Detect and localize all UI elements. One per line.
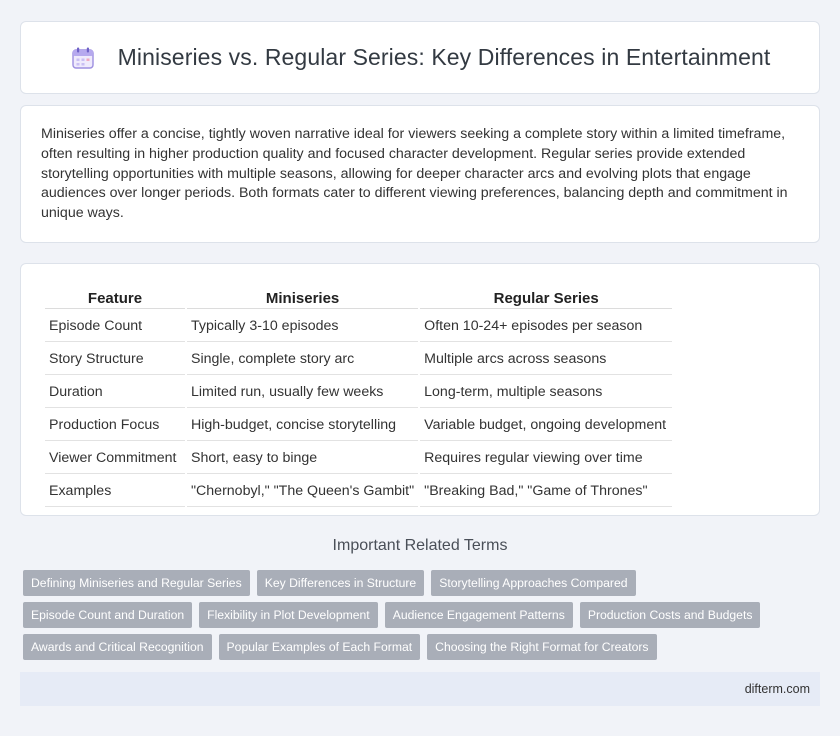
table-cell: Short, easy to binge bbox=[187, 443, 419, 474]
table-cell: Typically 3-10 episodes bbox=[187, 311, 419, 342]
intro-card: Miniseries offer a concise, tightly wove… bbox=[20, 105, 820, 243]
header: Miniseries vs. Regular Series: Key Diffe… bbox=[70, 44, 771, 71]
table-row: Examples "Chernobyl," "The Queen's Gambi… bbox=[45, 476, 673, 507]
comparison-card: Feature Miniseries Regular Series Episod… bbox=[20, 263, 820, 516]
table-cell: Duration bbox=[45, 377, 185, 408]
related-term-link[interactable]: Episode Count and Duration bbox=[23, 602, 193, 628]
table-row: Viewer Commitment Short, easy to binge R… bbox=[45, 443, 673, 474]
related-term-link[interactable]: Popular Examples of Each Format bbox=[218, 634, 421, 660]
table-cell: "Chernobyl," "The Queen's Gambit" bbox=[187, 476, 419, 507]
related-term-link[interactable]: Storytelling Approaches Compared bbox=[431, 570, 636, 596]
related-terms-list: Defining Miniseries and Regular Series K… bbox=[23, 570, 803, 666]
related-term-link[interactable]: Key Differences in Structure bbox=[256, 570, 425, 596]
table-cell: Limited run, usually few weeks bbox=[187, 377, 419, 408]
table-cell: High-budget, concise storytelling bbox=[187, 410, 419, 441]
related-terms-title: Important Related Terms bbox=[332, 537, 508, 554]
intro-paragraph: Miniseries offer a concise, tightly wove… bbox=[41, 126, 788, 222]
table-cell: Examples bbox=[45, 476, 185, 507]
table-cell: Long-term, multiple seasons bbox=[420, 377, 673, 408]
footer-brand-link[interactable]: difterm.com bbox=[745, 682, 810, 696]
footer: difterm.com bbox=[20, 672, 820, 706]
related-term-link[interactable]: Defining Miniseries and Regular Series bbox=[23, 570, 250, 596]
table-cell: Single, complete story arc bbox=[187, 344, 419, 375]
related-term-link[interactable]: Awards and Critical Recognition bbox=[23, 634, 212, 660]
page-title: Miniseries vs. Regular Series: Key Diffe… bbox=[117, 44, 771, 70]
table-cell: "Breaking Bad," "Game of Thrones" bbox=[420, 476, 673, 507]
table-cell: Episode Count bbox=[45, 311, 185, 342]
related-term-link[interactable]: Flexibility in Plot Development bbox=[199, 602, 378, 628]
column-header-regular-series: Regular Series bbox=[420, 286, 673, 309]
table-cell: Multiple arcs across seasons bbox=[420, 344, 673, 375]
table-row: Production Focus High-budget, concise st… bbox=[45, 410, 673, 441]
header-card: Miniseries vs. Regular Series: Key Diffe… bbox=[20, 21, 820, 94]
table-cell: Viewer Commitment bbox=[45, 443, 185, 474]
related-term-link[interactable]: Audience Engagement Patterns bbox=[384, 602, 573, 628]
table-row: Duration Limited run, usually few weeks … bbox=[45, 377, 673, 408]
related-term-link[interactable]: Choosing the Right Format for Creators bbox=[427, 634, 657, 660]
calendar-icon bbox=[70, 45, 96, 71]
table-cell: Variable budget, ongoing development bbox=[420, 410, 673, 441]
column-header-feature: Feature bbox=[45, 286, 185, 309]
table-cell: Production Focus bbox=[45, 410, 185, 441]
table-header-row: Feature Miniseries Regular Series bbox=[45, 286, 673, 309]
related-term-link[interactable]: Production Costs and Budgets bbox=[579, 602, 761, 628]
table-cell: Often 10-24+ episodes per season bbox=[420, 311, 673, 342]
table-cell: Requires regular viewing over time bbox=[420, 443, 673, 474]
table-cell: Story Structure bbox=[45, 344, 185, 375]
comparison-table: Feature Miniseries Regular Series Episod… bbox=[43, 284, 674, 509]
column-header-miniseries: Miniseries bbox=[187, 286, 419, 309]
table-row: Story Structure Single, complete story a… bbox=[45, 344, 673, 375]
table-row: Episode Count Typically 3-10 episodes Of… bbox=[45, 311, 673, 342]
